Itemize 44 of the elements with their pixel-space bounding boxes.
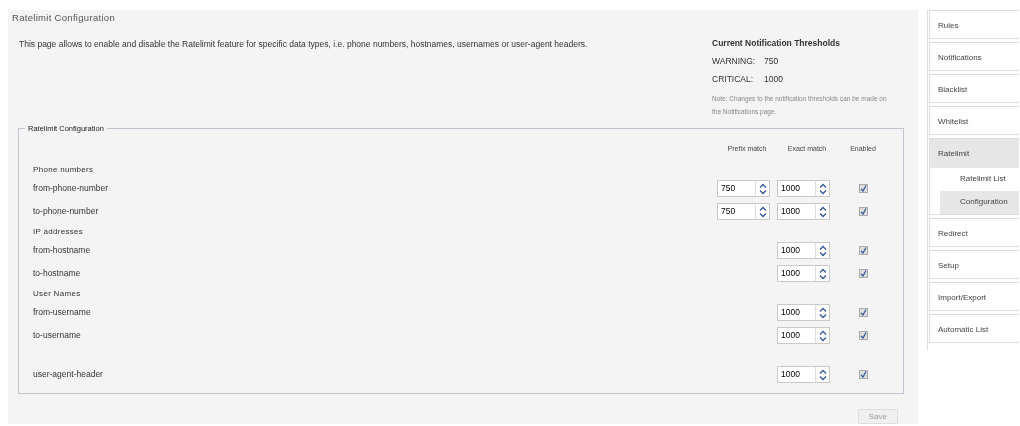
- threshold-label: WARNING:: [712, 56, 757, 67]
- sidebar-item[interactable]: Import/Export: [929, 282, 1019, 311]
- number-spinner[interactable]: 1000: [777, 304, 830, 321]
- sidebar-item[interactable]: Automatic List: [929, 314, 1019, 343]
- enabled-checkbox[interactable]: [858, 184, 868, 193]
- number-spinner[interactable]: 1000: [777, 265, 830, 282]
- threshold-label: CRITICAL:: [712, 74, 755, 85]
- number-spinner[interactable]: 1000: [777, 327, 830, 344]
- threshold-value: 1000: [764, 74, 783, 85]
- row-label: from-username: [33, 306, 92, 319]
- number-spinner[interactable]: 1000: [777, 180, 830, 197]
- group-heading: Phone numbers: [33, 164, 95, 176]
- row-label: from-hostname: [33, 244, 92, 257]
- sidebar-item[interactable]: Whitelist: [929, 106, 1019, 135]
- page-title: Ratelimit Configuration: [12, 11, 116, 24]
- number-spinner[interactable]: 750: [717, 180, 770, 197]
- number-spinner[interactable]: 750: [717, 203, 770, 220]
- threshold-value: 750: [764, 56, 779, 67]
- sidebar-item[interactable]: Blacklist: [929, 74, 1019, 103]
- group-heading: User Names: [33, 288, 82, 300]
- number-spinner[interactable]: 1000: [777, 242, 830, 259]
- sidebar-subitem[interactable]: Ratelimit List: [940, 168, 1019, 191]
- thresholds-heading: Current Notification Thresholds: [712, 38, 841, 49]
- enabled-checkbox[interactable]: [858, 269, 868, 278]
- enabled-checkbox[interactable]: [858, 331, 868, 340]
- sidebar-item[interactable]: Ratelimit: [930, 139, 1019, 168]
- sidebar-subitem[interactable]: Configuration: [940, 191, 1019, 214]
- row-label: to-hostname: [33, 267, 82, 280]
- row-label: from-phone-number: [33, 182, 110, 195]
- number-spinner[interactable]: 1000: [777, 366, 830, 383]
- sidebar-item[interactable]: Redirect: [929, 218, 1019, 247]
- row-label: to-username: [33, 329, 82, 342]
- description-text: This page allows to enable and disable the Ratelimit feature for specific data types, i.e. phone numbers, hostnames, usernames or user-agent headers.: [18, 38, 589, 51]
- sidebar-item[interactable]: Setup: [929, 250, 1019, 279]
- sidebar-item[interactable]: Rules: [929, 10, 1019, 39]
- enabled-checkbox[interactable]: [858, 370, 868, 379]
- enabled-checkbox[interactable]: [858, 207, 868, 216]
- enabled-checkbox[interactable]: [858, 246, 868, 255]
- sidebar-item[interactable]: Notifications: [929, 42, 1019, 71]
- group-heading: IP addresses: [33, 226, 85, 238]
- number-spinner[interactable]: 1000: [777, 203, 830, 220]
- row-label: user-agent-header: [33, 368, 104, 381]
- row-label: to-phone-number: [33, 205, 100, 218]
- enabled-checkbox[interactable]: [858, 308, 868, 317]
